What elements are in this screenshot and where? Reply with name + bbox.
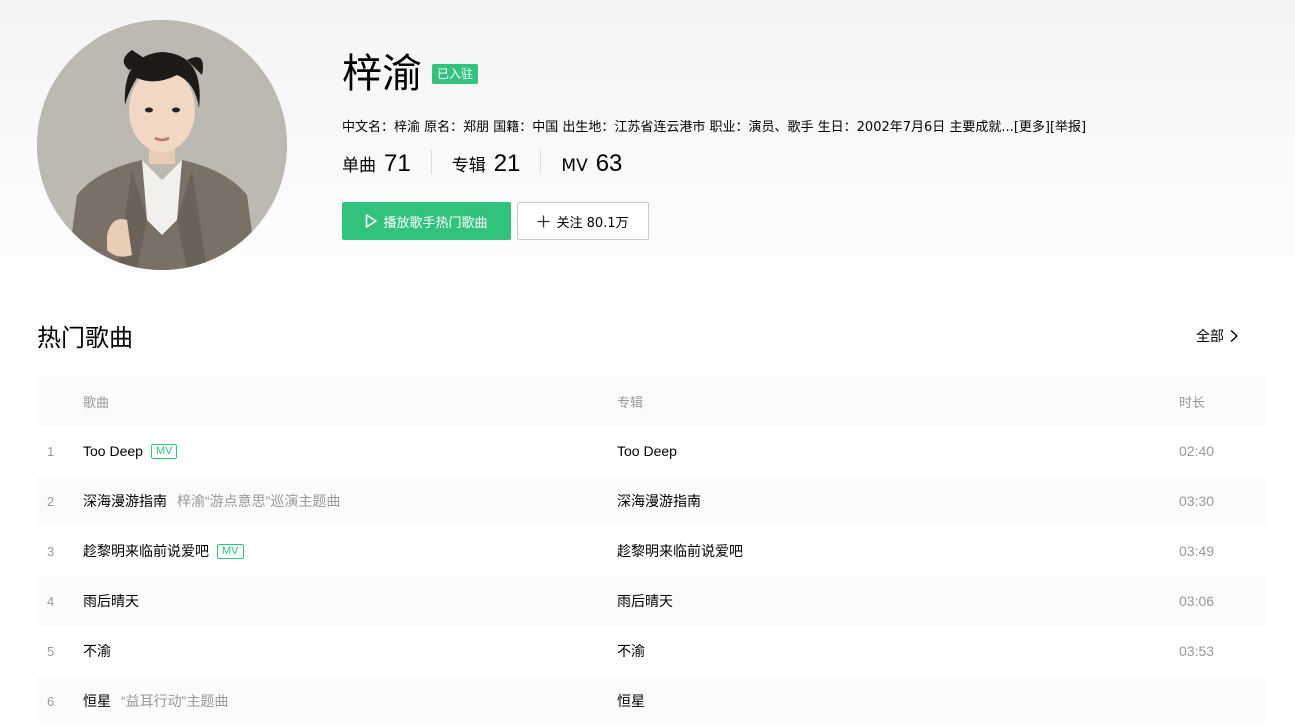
follow-label: 关注 80.1万 <box>556 215 629 231</box>
album-name[interactable]: Too Deep <box>617 443 677 459</box>
row-index: 1 <box>47 443 55 459</box>
album-name[interactable]: 深海漫游指南 <box>617 491 701 511</box>
play-hot-songs-button[interactable]: 播放歌手热门歌曲 <box>342 202 511 240</box>
more-link[interactable]: [更多] <box>1014 120 1050 135</box>
duration: 03:53 <box>1179 643 1215 659</box>
singer-header: 梓渝 已入驻 <box>342 50 479 98</box>
song-title[interactable]: 恒星 <box>83 691 111 711</box>
song-title[interactable]: 趁黎明来临前说爱吧 <box>83 541 209 561</box>
section-title-hot-songs: 热门歌曲 <box>37 324 133 352</box>
settled-badge: 已入驻 <box>432 64 479 84</box>
row-index: 2 <box>47 493 55 509</box>
table-header: 歌曲 专辑 时长 <box>37 376 1266 426</box>
view-all-label: 全部 <box>1196 329 1224 345</box>
mv-badge[interactable]: MV <box>150 443 178 459</box>
play-hot-songs-label: 播放歌手热门歌曲 <box>383 215 488 231</box>
singer-photo <box>37 20 287 270</box>
table-row[interactable]: 5 不渝 不渝 03:53 <box>37 626 1266 676</box>
song-title[interactable]: Too Deep <box>83 443 143 459</box>
song-table: 歌曲 专辑 时长 1 Too Deep MV Too Deep 02:40 2 … <box>37 376 1266 723</box>
table-row[interactable]: 2 深海漫游指南 梓渝“游点意思”巡演主题曲 深海漫游指南 03:30 <box>37 476 1266 526</box>
stat-label: 单曲 <box>342 156 376 176</box>
stat-singles[interactable]: 单曲 71 <box>342 150 431 177</box>
singer-info: 中文名：梓渝 原名：郑朋 国籍：中国 出生地：江苏省连云港市 职业：演员、歌手 … <box>342 116 1086 135</box>
singer-name: 梓渝 <box>342 51 422 97</box>
table-row[interactable]: 1 Too Deep MV Too Deep 02:40 <box>37 426 1266 476</box>
row-index: 6 <box>47 693 55 709</box>
song-title-cell: 不渝 <box>83 641 111 661</box>
singer-avatar <box>37 20 287 270</box>
play-icon <box>366 214 378 228</box>
song-title[interactable]: 不渝 <box>83 641 111 661</box>
plus-icon <box>537 215 550 227</box>
report-link[interactable]: [举报] <box>1050 120 1086 135</box>
singer-info-text: 中文名：梓渝 原名：郑朋 国籍：中国 出生地：江苏省连云港市 职业：演员、歌手 … <box>342 120 1014 135</box>
table-row[interactable]: 3 趁黎明来临前说爱吧 MV 趁黎明来临前说爱吧 03:49 <box>37 526 1266 576</box>
song-subtitle: 梓渝“游点意思”巡演主题曲 <box>177 493 341 509</box>
column-header-duration: 时长 <box>1179 394 1206 410</box>
stat-value: 21 <box>493 150 521 177</box>
row-index: 3 <box>47 543 55 559</box>
stat-label: 专辑 <box>451 156 486 176</box>
album-name[interactable]: 雨后晴天 <box>617 591 673 611</box>
stat-value: 63 <box>595 150 623 177</box>
album-name[interactable]: 趁黎明来临前说爱吧 <box>617 541 743 561</box>
table-row[interactable]: 4 雨后晴天 雨后晴天 03:06 <box>37 576 1266 626</box>
song-title-cell: 深海漫游指南 梓渝“游点意思”巡演主题曲 <box>83 491 340 511</box>
duration: 03:30 <box>1179 493 1215 509</box>
stat-mv[interactable]: MV 63 <box>540 150 642 177</box>
table-row[interactable]: 6 恒星 “益耳行动”主题曲 恒星 <box>37 676 1266 723</box>
duration: 03:06 <box>1179 593 1215 609</box>
song-title-cell: 雨后晴天 <box>83 591 139 611</box>
column-header-album: 专辑 <box>617 394 644 410</box>
song-title[interactable]: 深海漫游指南 <box>83 491 167 511</box>
mv-badge[interactable]: MV <box>217 543 244 559</box>
song-title[interactable]: 雨后晴天 <box>83 591 139 611</box>
song-title-cell: 恒星 “益耳行动”主题曲 <box>83 691 228 711</box>
album-name[interactable]: 恒星 <box>617 691 645 711</box>
view-all-link[interactable]: 全部 <box>1196 326 1239 346</box>
stat-label: MV <box>561 156 588 176</box>
song-title-cell: 趁黎明来临前说爱吧 MV <box>83 541 244 561</box>
stat-value: 71 <box>384 150 411 177</box>
duration: 02:40 <box>1179 443 1215 459</box>
row-index: 5 <box>47 643 55 659</box>
row-index: 4 <box>47 593 55 609</box>
follow-button[interactable]: 关注 80.1万 <box>517 202 649 240</box>
column-header-song: 歌曲 <box>83 394 110 410</box>
song-subtitle: “益耳行动”主题曲 <box>121 693 229 709</box>
singer-stats: 单曲 71 专辑 21 MV 63 <box>342 150 642 177</box>
stat-albums[interactable]: 专辑 21 <box>430 150 541 177</box>
album-name[interactable]: 不渝 <box>617 641 645 661</box>
duration: 03:49 <box>1179 543 1215 559</box>
chevron-right-icon <box>1230 329 1239 343</box>
song-title-cell: Too Deep MV <box>83 443 178 459</box>
